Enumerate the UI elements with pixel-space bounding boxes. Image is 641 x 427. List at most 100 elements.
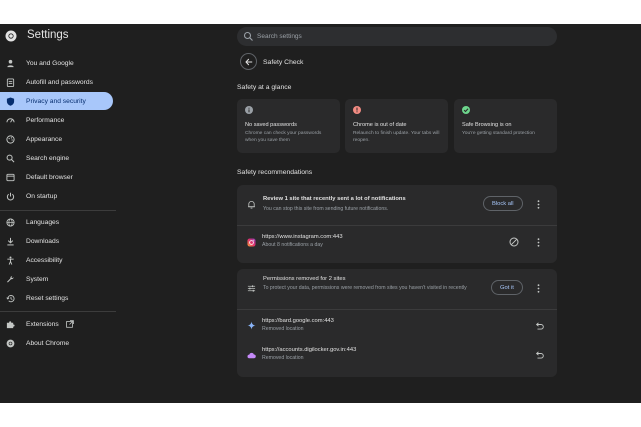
glance-card-title: Safe Browsing is on [462, 122, 512, 128]
sidebar-item-performance[interactable]: Performance [0, 111, 113, 129]
sidebar-item-privacy[interactable]: Privacy and security [0, 92, 113, 110]
undo-icon[interactable] [534, 350, 544, 360]
instagram-icon [247, 238, 256, 247]
more-options-button[interactable] [535, 199, 542, 209]
browser-icon [6, 173, 15, 181]
sidebar-item-you-and-google[interactable]: You and Google [0, 54, 113, 72]
cloud-icon [247, 352, 256, 359]
card-separator [237, 225, 557, 226]
permissions-card: Permissions removed for 2 sites To prote… [237, 269, 557, 377]
sidebar-item-label: Extensions [26, 320, 59, 328]
sidebar-item-system[interactable]: System [0, 270, 113, 288]
got-it-button[interactable]: Got it [491, 280, 523, 295]
accessibility-icon [7, 255, 14, 265]
globe-icon [6, 217, 15, 227]
search-box[interactable] [237, 27, 557, 46]
search-icon [6, 154, 15, 162]
more-vert-icon [537, 283, 540, 293]
sidebar-item-label: Search engine [26, 154, 70, 162]
block-all-button[interactable]: Block all [483, 196, 523, 211]
sidebar-item-label: About Chrome [26, 339, 70, 347]
sidebar-item-label: Privacy and security [26, 97, 86, 105]
chrome-icon [6, 339, 15, 347]
history-icon [6, 294, 15, 302]
glance-card-title: Chrome is out of date [353, 122, 407, 128]
more-vert-icon [537, 237, 540, 247]
glance-card-desc: You're getting standard protection [462, 131, 535, 136]
wrench-icon [7, 275, 14, 282]
search-input[interactable] [257, 29, 547, 44]
sidebar-item-label: Appearance [26, 135, 63, 143]
person-icon [7, 59, 14, 67]
sidebar-item-about-chrome[interactable]: About Chrome [0, 334, 113, 352]
permissions-title: Permissions removed for 2 sites [263, 276, 346, 282]
sidebar-item-label: You and Google [26, 59, 74, 67]
sidebar-item-label: System [26, 275, 49, 283]
notifications-desc: You can stop this site from sending futu… [263, 206, 389, 212]
sidebar-item-label: Default browser [26, 173, 73, 181]
undo-icon[interactable] [534, 321, 544, 331]
site-url: https://bard.google.com:443 [262, 318, 334, 324]
permissions-desc: To protect your data, permissions were r… [263, 285, 467, 291]
puzzle-icon [6, 320, 15, 328]
chrome-logo-icon [5, 30, 17, 42]
download-icon [7, 237, 14, 245]
glance-card-desc: Chrome can check your passwords when you… [245, 131, 322, 144]
back-button[interactable] [240, 53, 257, 70]
sidebar-item-autofill[interactable]: Autofill and passwords [0, 73, 113, 91]
sidebar-item-label: Accessibility [26, 256, 63, 264]
shield-icon [6, 96, 15, 106]
search-icon [243, 31, 253, 41]
sidebar-item-label: Reset settings [26, 294, 69, 302]
sidebar-item-accessibility[interactable]: Accessibility [0, 251, 113, 269]
notifications-title: Review 1 site that recently sent a lot o… [263, 196, 406, 202]
sidebar-item-label: Downloads [26, 237, 60, 245]
glance-card-update[interactable]: Chrome is out of date Relaunch to finish… [345, 99, 448, 153]
site-url: https://www.instagram.com:443 [262, 234, 343, 240]
glance-section-title: Safety at a glance [237, 84, 292, 91]
sidebar-item-extensions[interactable]: Extensions [0, 315, 113, 333]
tune-icon [247, 285, 256, 292]
bell-icon [248, 201, 255, 209]
recommendations-section-title: Safety recommendations [237, 169, 313, 176]
sidebar-item-reset-settings[interactable]: Reset settings [0, 289, 113, 307]
sidebar-divider [0, 210, 116, 211]
sidebar-item-downloads[interactable]: Downloads [0, 232, 113, 250]
info-icon [245, 106, 253, 114]
sidebar-item-label: Performance [26, 116, 65, 124]
power-icon [6, 192, 15, 200]
app-title: Settings [27, 29, 69, 41]
sidebar-item-default-browser[interactable]: Default browser [0, 168, 113, 186]
block-icon[interactable] [509, 237, 519, 247]
check-circle-icon [462, 106, 470, 114]
sidebar-item-label: Autofill and passwords [26, 78, 93, 86]
glance-card-passwords[interactable]: No saved passwords Chrome can check your… [237, 99, 340, 153]
more-vert-icon [537, 199, 540, 209]
arrow-back-icon [244, 58, 252, 65]
sidebar-item-languages[interactable]: Languages [0, 213, 113, 231]
notifications-card: Review 1 site that recently sent a lot o… [237, 185, 557, 263]
glance-card-safe-browsing[interactable]: Safe Browsing is on You're getting stand… [454, 99, 557, 153]
settings-window: Settings You and Google Autofill and pas… [0, 24, 641, 403]
site-desc: About 8 notifications a day [262, 242, 323, 248]
palette-icon [6, 134, 15, 144]
more-options-button[interactable] [535, 237, 542, 247]
error-icon [353, 106, 361, 114]
sidebar-item-label: Languages [26, 218, 60, 226]
glance-card-title: No saved passwords [245, 122, 297, 128]
clipboard-icon [6, 77, 15, 87]
sidebar-item-appearance[interactable]: Appearance [0, 130, 113, 148]
top-bar: Settings [0, 24, 641, 50]
site-desc: Removed location [262, 326, 304, 332]
sidebar-item-search-engine[interactable]: Search engine [0, 149, 113, 167]
more-options-button[interactable] [535, 283, 542, 293]
sidebar-item-label: On startup [26, 192, 58, 200]
card-separator [237, 309, 557, 310]
site-url: https://accounts.digilocker.gov.in:443 [262, 347, 357, 353]
sidebar-item-on-startup[interactable]: On startup [0, 187, 113, 205]
speedometer-icon [6, 117, 15, 123]
open-in-new-icon [65, 320, 74, 328]
glance-card-desc: Relaunch to finish update. Your tabs wil… [353, 131, 440, 144]
sidebar-divider [0, 311, 116, 312]
page-title: Safety Check [263, 59, 304, 66]
